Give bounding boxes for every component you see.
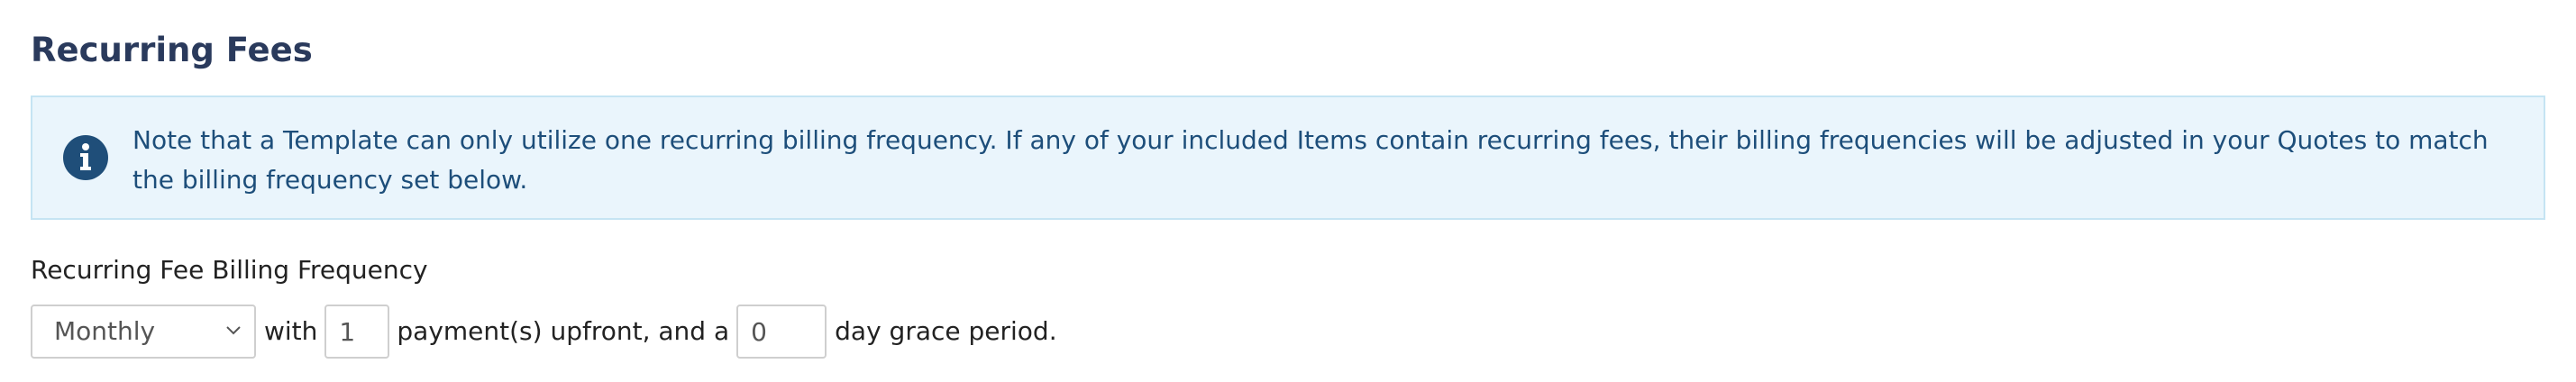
grace-period-text: day grace period. [835,316,1057,346]
billing-frequency-row: Monthly with payment(s) upfront, and a d… [31,304,1057,359]
billing-frequency-selected-value: Monthly [54,316,156,346]
payments-upfront-text: payment(s) upfront, and a [397,316,730,346]
with-text: with [264,316,318,346]
info-circle-icon [63,135,108,180]
billing-frequency-label: Recurring Fee Billing Frequency [31,255,428,285]
recurring-fees-page: Recurring Fees Note that a Template can … [0,0,2576,382]
alert-message: Note that a Template can only utilize on… [132,125,2489,195]
upfront-payments-input[interactable] [324,305,390,359]
chevron-down-icon [226,326,241,335]
grace-period-days-input[interactable] [736,305,827,359]
billing-frequency-select[interactable]: Monthly [31,305,256,359]
info-alert: Note that a Template can only utilize on… [31,96,2545,220]
section-title: Recurring Fees [31,31,313,69]
